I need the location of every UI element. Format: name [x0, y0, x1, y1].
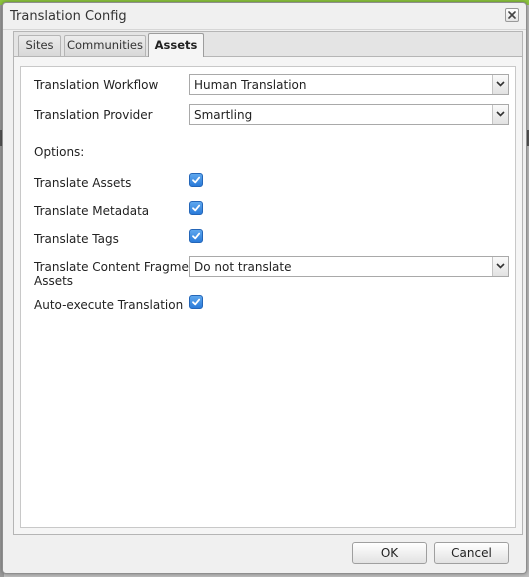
translation-workflow-value: Human Translation	[194, 78, 307, 92]
dialog-footer: OK Cancel	[3, 535, 526, 573]
translate-metadata-label: Translate Metadata	[34, 204, 150, 218]
tab-sites[interactable]: Sites	[18, 35, 61, 56]
tab-strip: Sites Communities Assets	[14, 32, 522, 57]
translate-metadata-checkbox[interactable]	[189, 201, 203, 215]
chevron-down-icon	[496, 111, 505, 117]
auto-execute-label: Auto-execute Translation	[34, 298, 184, 312]
checkmark-icon	[192, 176, 201, 184]
close-icon	[508, 11, 516, 19]
content-fragment-label-line1: Translate Content Fragment	[34, 260, 202, 274]
dialog-title-bar[interactable]: Translation Config	[3, 3, 526, 30]
translation-provider-value: Smartling	[194, 108, 253, 122]
checkmark-icon	[192, 298, 201, 306]
chevron-down-icon	[496, 263, 505, 269]
translate-tags-label: Translate Tags	[34, 232, 119, 246]
translation-config-dialog: Translation Config Sites Communities Ass…	[2, 2, 527, 574]
translation-provider-select[interactable]: Smartling	[189, 104, 509, 125]
tab-panel: Sites Communities Assets Translation Wor…	[13, 31, 523, 535]
tab-assets[interactable]: Assets	[148, 33, 204, 57]
chevron-down-icon	[496, 81, 505, 87]
translate-assets-label: Translate Assets	[34, 176, 132, 190]
auto-execute-checkbox[interactable]	[189, 295, 203, 309]
tab-communities[interactable]: Communities	[64, 35, 146, 56]
ok-button[interactable]: OK	[352, 542, 427, 564]
translation-provider-label: Translation Provider	[34, 108, 153, 122]
translate-tags-checkbox[interactable]	[189, 229, 203, 243]
translation-workflow-label: Translation Workflow	[34, 78, 159, 92]
options-heading: Options:	[34, 145, 85, 159]
assets-form: Translation Workflow Human Translation T…	[20, 66, 516, 528]
cancel-button[interactable]: Cancel	[434, 542, 509, 564]
content-fragment-select[interactable]: Do not translate	[189, 256, 509, 277]
content-fragment-value: Do not translate	[194, 260, 292, 274]
translation-provider-dropdown-button[interactable]	[492, 105, 508, 124]
close-button[interactable]	[505, 8, 519, 22]
checkmark-icon	[192, 204, 201, 212]
translate-assets-checkbox[interactable]	[189, 173, 203, 187]
dialog-title: Translation Config	[10, 9, 127, 24]
translation-workflow-dropdown-button[interactable]	[492, 75, 508, 94]
translation-workflow-select[interactable]: Human Translation	[189, 74, 509, 95]
content-fragment-label-line2: Assets	[34, 274, 74, 288]
checkmark-icon	[192, 232, 201, 240]
content-fragment-dropdown-button[interactable]	[492, 257, 508, 276]
